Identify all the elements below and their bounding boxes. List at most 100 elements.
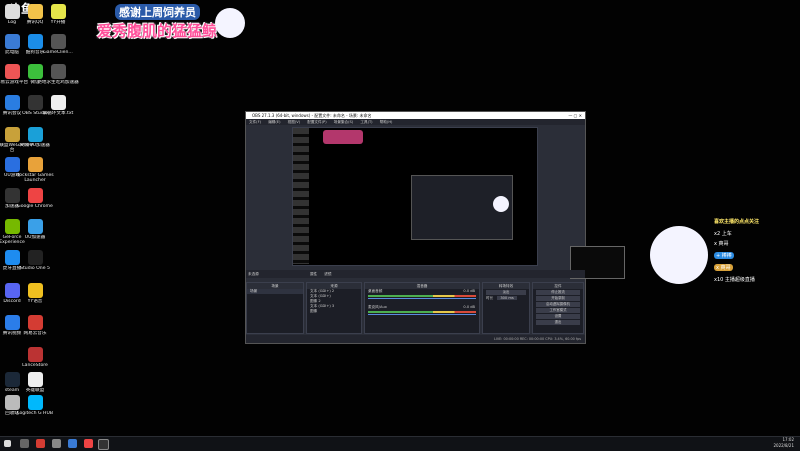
- windows-start-icon[interactable]: [4, 440, 11, 447]
- desktop-icon[interactable]: LanceStore: [13, 347, 57, 368]
- banner-name: 爱秀腹肌的猛猛鲸: [97, 22, 218, 40]
- preview-banner-thumb: [323, 130, 363, 144]
- obs-taskbar-icon[interactable]: [98, 439, 109, 450]
- desktop-icon-label: 网易云音乐: [23, 331, 47, 336]
- app-icon: [27, 127, 43, 142]
- taskbar: 17:02 2022/8/21: [0, 436, 800, 451]
- mascot-icon: [215, 8, 245, 38]
- desktop-icon[interactable]: YY开播: [36, 4, 80, 25]
- app-icon: [50, 34, 66, 49]
- overlay-row: x 爽哥: [714, 264, 733, 271]
- no-source-label: 未选源: [248, 272, 259, 276]
- mic-meter: [368, 311, 476, 313]
- transitions-panel: 转场特效 淡出 时长 300 ms: [482, 282, 530, 334]
- source-toolbar: 未选源 属性 滤镜: [246, 270, 585, 278]
- app-icon: [50, 4, 66, 19]
- desktop-icon-label: GameClien...: [43, 50, 73, 55]
- studio-mode-button[interactable]: 工作室模式: [536, 308, 580, 313]
- duration-label: 时长: [486, 296, 494, 300]
- thanks-banner: 感谢上周饲养员 爱秀腹肌的猛猛鲸: [95, 2, 255, 42]
- obs-status-bar: LIVE: 00:00:00 REC: 00:00:00 CPU: 3.4%, …: [246, 335, 585, 343]
- mixer-channel-label: 麦克风/Aux 0.0 dB: [365, 305, 479, 310]
- desktop-icon[interactable]: YY语音: [13, 283, 57, 304]
- banner-title: 感谢上周饲养员: [115, 4, 200, 20]
- mic-slider[interactable]: [368, 314, 476, 315]
- transition-select[interactable]: 淡出: [486, 290, 526, 295]
- source-item[interactable]: 图像: [307, 309, 361, 314]
- window-controls[interactable]: — ▢ ✕: [568, 112, 582, 119]
- overlay-head: 喜欢主播的点点关注: [714, 219, 760, 225]
- netease-music-icon[interactable]: [36, 439, 45, 448]
- menu-edit[interactable]: 编辑(E): [268, 120, 280, 124]
- desktop-icon[interactable]: Rockstar Games Launcher: [13, 157, 57, 184]
- chrome-icon[interactable]: [84, 439, 93, 448]
- scenes-panel: 场景 场景: [246, 282, 304, 334]
- overlay-row: x10 主播超级直播: [714, 277, 755, 283]
- desktop-icon-label: LanceStore: [22, 363, 48, 368]
- controls-header: 控件: [533, 283, 583, 289]
- overlay-mascot-icon: [650, 226, 708, 284]
- menu-tools[interactable]: 工具(T): [360, 120, 372, 124]
- sources-panel: 来源 文本 (GDI+) 2 文本 (GDI+) 图像 2 文本 (GDI+) …: [306, 282, 362, 334]
- desktop-icon[interactable]: GameClien...: [36, 34, 80, 55]
- overlay-row: x2 上车: [714, 231, 732, 237]
- duration-input[interactable]: 300 ms: [497, 296, 517, 300]
- obs-preview[interactable]: [292, 127, 625, 279]
- obs-window[interactable]: OBS 27.1.3 (64-bit, windows) - 配置文件: 未命名…: [245, 111, 625, 344]
- app-icon: [27, 347, 43, 362]
- desktop-icon[interactable]: UU加速器: [13, 219, 57, 240]
- start-recording-button[interactable]: 开始录制: [536, 296, 580, 301]
- desktop-icon-label: Google Chrome: [17, 204, 53, 209]
- app-icon[interactable]: [52, 439, 61, 448]
- properties-button[interactable]: 属性: [310, 272, 317, 276]
- desktop-icon-label: Studio One 5: [20, 266, 50, 271]
- desktop-icon[interactable]: Studio One 5: [13, 250, 57, 271]
- desktop-icon[interactable]: Google Chrome: [13, 188, 57, 209]
- desktop-icon[interactable]: 斯循环文本.txt: [36, 95, 80, 116]
- desktop-icon-label: Logitech G HUB: [17, 411, 53, 416]
- transitions-header: 转场特效: [483, 283, 529, 289]
- virtual-camera-button[interactable]: 启动虚拟摄像机: [536, 302, 580, 307]
- desktop-icon[interactable]: 英雄联盟: [13, 372, 57, 393]
- menu-file[interactable]: 文件(F): [249, 120, 261, 124]
- duration-row: 时长 300 ms: [483, 296, 529, 301]
- desktop-audio-meter: [368, 295, 476, 297]
- system-tray-clock[interactable]: 17:02 2022/8/21: [773, 437, 794, 449]
- app-icon: [50, 64, 66, 79]
- overlay-row: x 爽哥: [714, 241, 729, 247]
- desktop-icon[interactable]: 绝地求生吃鸡加速器: [36, 64, 80, 85]
- desktop-icon-label: 斯循环文本.txt: [42, 111, 74, 116]
- preview-mascot-icon: [493, 196, 509, 212]
- filters-button[interactable]: 滤镜: [324, 272, 331, 276]
- scene-item[interactable]: 场景: [247, 289, 303, 294]
- desktop-icon-label: 绝地求生吃鸡加速器: [37, 80, 79, 85]
- mixer-channel-label: 桌面音频 0.0 dB: [365, 289, 479, 294]
- preview-icon-column: [293, 128, 309, 264]
- desktop-audio-level: 0.0 dB: [463, 289, 475, 293]
- controls-panel: 控件 停止推流 开始录制 启动虚拟摄像机 工作室模式 设置 退出: [532, 282, 584, 334]
- menu-scene-collection[interactable]: 场景集合(S): [334, 120, 353, 124]
- app-icon: [27, 250, 43, 265]
- app-icon: [50, 95, 66, 110]
- exit-button[interactable]: 退出: [536, 320, 580, 325]
- desktop-icon[interactable]: 网易UU加速器: [13, 127, 57, 148]
- menu-help[interactable]: 帮助(H): [380, 120, 393, 124]
- desktop-audio-label: 桌面音频: [368, 289, 383, 293]
- desktop-icon-label: YY语音: [27, 299, 43, 304]
- desktop-icon-label: 网易UU加速器: [20, 143, 50, 148]
- desktop-audio-slider[interactable]: [368, 298, 476, 299]
- desktop-icon[interactable]: 网易云音乐: [13, 315, 57, 336]
- menu-profile[interactable]: 配置文件(P): [307, 120, 326, 124]
- stop-streaming-button[interactable]: 停止推流: [536, 290, 580, 295]
- taskview-icon[interactable]: [20, 439, 29, 448]
- app-icon: [27, 395, 43, 410]
- app-icon[interactable]: [68, 439, 77, 448]
- obs-title-bar[interactable]: OBS 27.1.3 (64-bit, windows) - 配置文件: 未命名…: [246, 112, 585, 119]
- mixer-panel: 混音器 桌面音频 0.0 dB 麦克风/Aux 0.0 dB: [364, 282, 480, 334]
- app-icon: [27, 157, 43, 172]
- menu-view[interactable]: 视图(V): [288, 120, 300, 124]
- settings-button[interactable]: 设置: [536, 314, 580, 319]
- desktop: 斗鱼 Log腾讯QQYY开播此电脑酷狗音乐GameClien...网易云游戏平台…: [0, 0, 800, 436]
- mic-level: 0.0 dB: [463, 305, 475, 309]
- desktop-icon[interactable]: Logitech G HUB: [13, 395, 57, 416]
